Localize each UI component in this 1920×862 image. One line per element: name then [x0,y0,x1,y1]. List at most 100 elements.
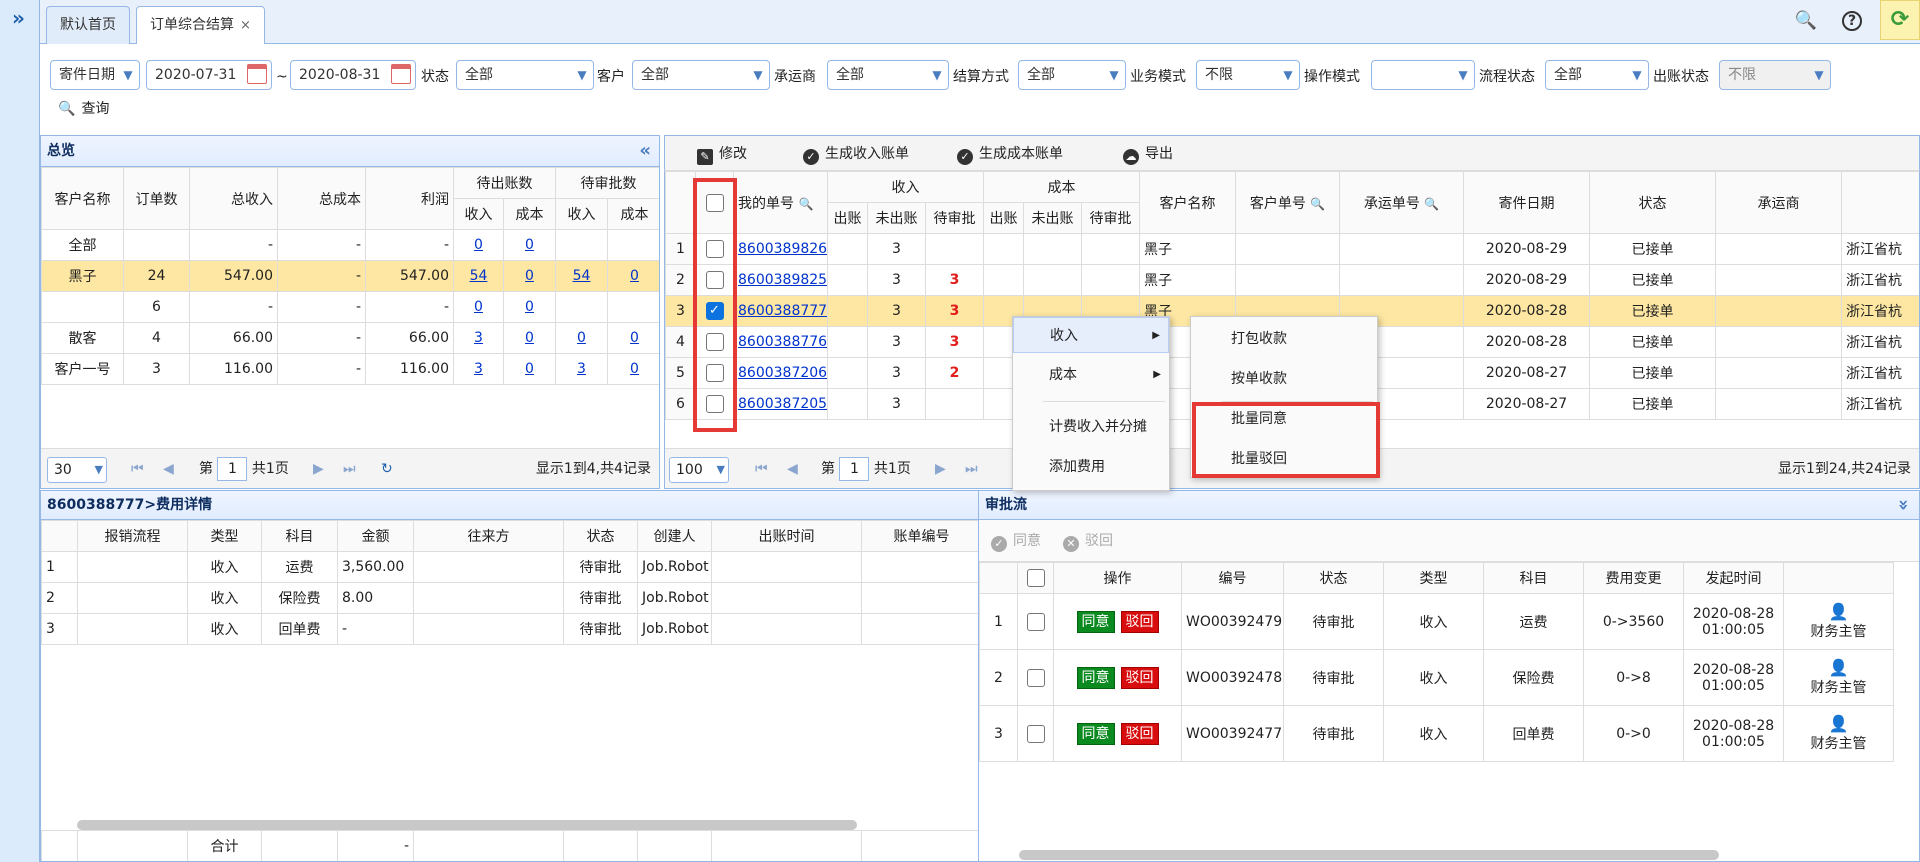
order-link[interactable]: 8600389826 [738,241,827,257]
agree-button[interactable]: ✓ 同意 [991,520,1041,562]
date-type-select[interactable]: 寄件日期 ▼ [50,60,140,90]
count-link[interactable]: 0 [630,330,639,346]
next-page-icon[interactable]: ▶ [313,455,324,483]
menu-item-income[interactable]: 收入 ▶ [1013,317,1169,353]
date-from-input[interactable]: 2020-07-31 [146,60,272,90]
table-row[interactable]: 6---00 [41,291,659,323]
tab-order-settlement[interactable]: 订单综合结算 × [136,6,265,45]
op-mode-select[interactable]: ▼ [1371,60,1475,90]
count-link[interactable]: 0 [525,268,534,284]
first-page-icon[interactable]: ⏮ [131,455,144,483]
menu-item-add-fee[interactable]: 添加费用 [1013,449,1169,485]
page-size-select[interactable]: 30 ▼ [47,457,107,483]
count-link[interactable]: 3 [474,330,483,346]
row-checkbox[interactable] [1026,724,1045,743]
edit-button[interactable]: ✎ 修改 [697,136,747,172]
table-row[interactable]: 1 收入 运费 3,560.00 待审批 Job.Robot [41,551,979,583]
biz-mode-select[interactable]: 不限 ▼ [1196,60,1300,90]
prev-page-icon[interactable]: ◀ [163,455,174,483]
count-link[interactable]: 54 [470,268,488,284]
agree-button[interactable]: 同意 [1076,722,1115,745]
table-row[interactable]: 全部 - - -0 0 [41,229,659,261]
export-button[interactable]: ☁ 导出 [1123,136,1173,172]
calendar-icon[interactable] [391,64,411,84]
search-icon[interactable]: 🔍 [798,197,813,211]
calendar-icon[interactable] [247,64,267,84]
table-row[interactable]: 3 收入 回单费 - 待审批 Job.Robot [41,613,979,645]
expand-sidebar-icon[interactable]: » [12,6,25,30]
count-link[interactable]: 0 [525,299,534,315]
count-link[interactable]: 0 [630,361,639,377]
page-input[interactable]: 1 [217,457,248,481]
order-link[interactable]: 8600387206 [738,365,827,381]
count-link[interactable]: 3 [474,361,483,377]
customer-select[interactable]: 全部 ▼ [632,60,770,90]
close-icon[interactable]: × [240,18,251,33]
table-row[interactable]: 3 同意 驳回 WO00392477 待审批 收入 回单费 0->0 2020-08-28 01:… [979,705,1894,762]
order-link[interactable]: 8600388777 [738,303,827,319]
count-link[interactable]: 0 [474,299,483,315]
search-icon[interactable]: 🔍 [1310,197,1325,211]
reject-button[interactable]: 驳回 [1120,610,1159,633]
count-link[interactable]: 0 [525,330,534,346]
menu-item-collect-by-order[interactable]: 按单收款 [1191,361,1377,397]
next-page-icon[interactable]: ▶ [935,455,946,483]
table-row[interactable]: 黑子 24 547.00-547.00 54 0 54 0 [41,260,659,292]
search-icon[interactable]: 🔍 [1794,9,1818,33]
last-page-icon[interactable]: ⏭ [965,455,978,483]
count-link[interactable]: 0 [525,361,534,377]
horizontal-scrollbar[interactable] [77,820,857,830]
count-link[interactable]: 54 [573,268,591,284]
flow-status-select[interactable]: 全部 ▼ [1545,60,1649,90]
table-row[interactable]: 1 同意 驳回 WO00392479 待审批 收入 运费 0->3560 2020-08-28 0… [979,593,1894,650]
order-link[interactable]: 8600387205 [738,396,827,412]
table-row[interactable]: 客户一号 3 116.00-116.00 3 0 3 0 [41,353,659,385]
horizontal-scrollbar[interactable] [1019,850,1719,860]
cell-in-billed [827,295,868,327]
page-size-select[interactable]: 100 ▼ [669,457,729,483]
tab-home[interactable]: 默认首页 [46,6,130,44]
agree-button[interactable]: 同意 [1076,610,1115,633]
reject-button[interactable]: ✕ 驳回 [1063,520,1113,562]
agree-button[interactable]: 同意 [1076,666,1115,689]
order-link[interactable]: 8600388776 [738,334,827,350]
flow-status-value: 全部 [1554,67,1582,83]
count-link[interactable]: 0 [630,268,639,284]
reject-button[interactable]: 驳回 [1120,722,1159,745]
bill-status-select[interactable]: 不限 ▼ [1719,60,1831,90]
count-link[interactable]: 0 [577,330,586,346]
search-button[interactable]: 🔍 查询 [58,94,109,124]
carrier-select[interactable]: 全部 ▼ [827,60,949,90]
refresh-icon[interactable]: ⟳ [1880,0,1920,40]
row-checkbox[interactable] [1026,668,1045,687]
settle-select[interactable]: 全部 ▼ [1018,60,1126,90]
order-link[interactable]: 8600389825 [738,272,827,288]
menu-item-cost[interactable]: 成本 ▶ [1013,357,1169,393]
count-link[interactable]: 3 [577,361,586,377]
table-row[interactable]: 2 8600389825 3 3 黑子 2020-08-29 已接单 浙江省杭 [665,264,1919,296]
table-row[interactable]: 1 8600389826 3 黑子 2020-08-29 已接单 浙江省杭 [665,233,1919,265]
status-select[interactable]: 全部 ▼ [456,60,594,90]
collapse-icon[interactable]: « [639,136,651,166]
gen-cost-bill-button[interactable]: ✓ 生成成本账单 [957,136,1063,172]
last-page-icon[interactable]: ⏭ [343,455,356,483]
select-all-checkbox[interactable] [1026,569,1045,587]
row-checkbox[interactable] [1026,612,1045,631]
table-row[interactable]: 2 收入 保险费 8.00 待审批 Job.Robot [41,582,979,614]
date-to-input[interactable]: 2020-08-31 [290,60,416,90]
table-row[interactable]: 2 同意 驳回 WO00392478 待审批 收入 保险费 0->8 2020-08-28 01:… [979,649,1894,706]
page-input[interactable]: 1 [839,457,870,481]
table-row[interactable]: 散客 4 66.00-66.00 3 0 0 0 [41,322,659,354]
menu-item-pack-collect[interactable]: 打包收款 [1191,321,1377,357]
search-icon[interactable]: 🔍 [1424,197,1439,211]
help-icon[interactable]: ? [1842,11,1862,31]
count-link[interactable]: 0 [474,237,483,253]
gen-income-bill-button[interactable]: ✓ 生成收入账单 [803,136,909,172]
reject-button[interactable]: 驳回 [1120,666,1159,689]
reload-icon[interactable]: ↻ [381,455,393,483]
first-page-icon[interactable]: ⏮ [755,455,768,483]
count-link[interactable]: 0 [525,237,534,253]
menu-item-calc[interactable]: 计费收入并分摊 [1013,409,1169,445]
collapse-icon[interactable]: » [1889,499,1917,511]
prev-page-icon[interactable]: ◀ [787,455,798,483]
